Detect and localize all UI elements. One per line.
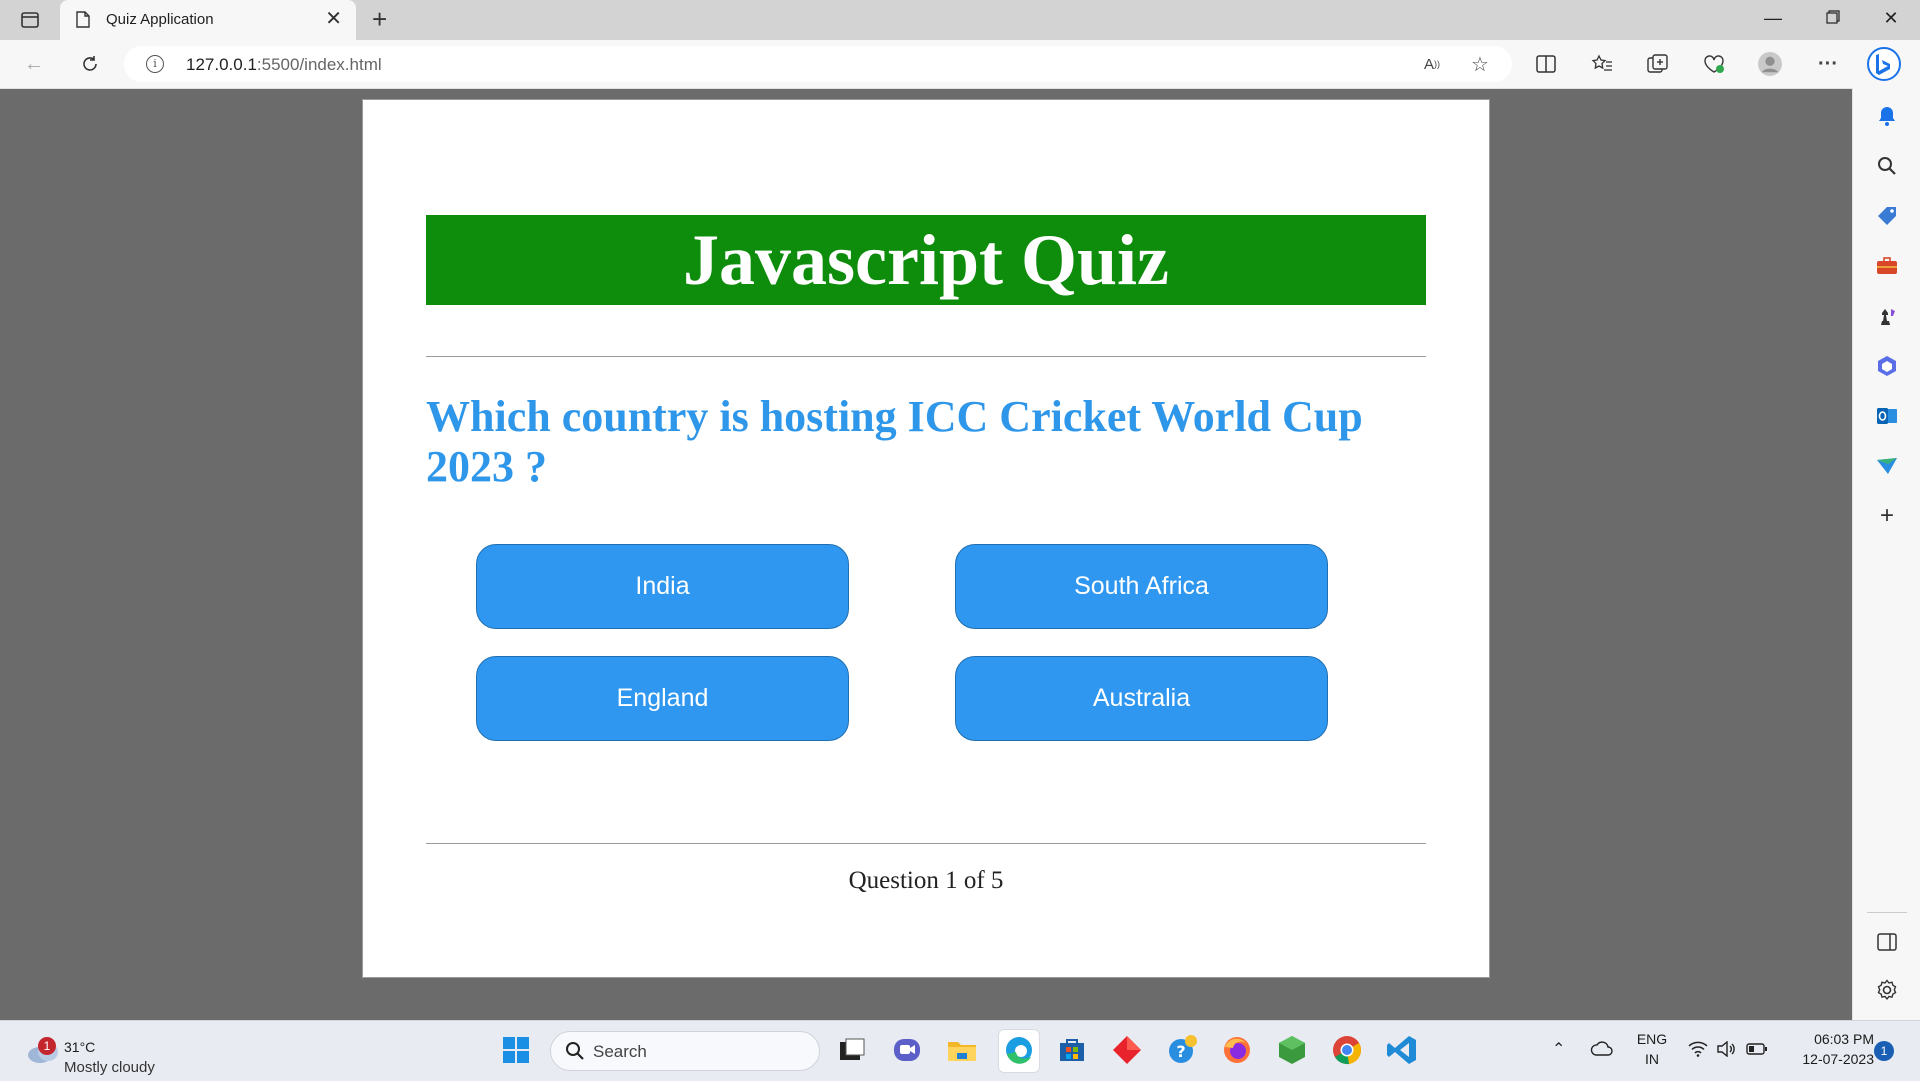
windows-taskbar: 1 31°C Mostly cloudy Search ? ⌃ ENG IN 0… <box>0 1020 1920 1081</box>
restore-icon <box>1826 10 1840 24</box>
browser-tab[interactable]: Quiz Application ✕ <box>60 0 356 40</box>
option-south-africa-button[interactable]: South Africa <box>955 544 1328 629</box>
help-tips-icon[interactable]: ? <box>1165 1033 1199 1067</box>
notifications-bell-icon[interactable] <box>1875 104 1899 128</box>
quiz-title: Javascript Quiz <box>426 215 1426 305</box>
volume-icon[interactable] <box>1716 1040 1736 1062</box>
restore-button[interactable] <box>1818 8 1848 32</box>
close-tab-icon[interactable]: ✕ <box>325 9 342 29</box>
new-tab-button[interactable]: + <box>372 6 387 32</box>
onedrive-cloud-icon[interactable] <box>1590 1041 1614 1062</box>
refresh-icon[interactable] <box>78 52 102 76</box>
clock-time[interactable]: 06:03 PM <box>1782 1031 1874 1047</box>
site-info-icon[interactable]: i <box>146 55 164 73</box>
quiz-container: Javascript Quiz Which country is hosting… <box>362 99 1490 978</box>
tab-strip: Quiz Application ✕ + — ✕ <box>0 0 1920 40</box>
tools-briefcase-icon[interactable] <box>1875 254 1899 278</box>
svg-text:?: ? <box>1176 1042 1185 1061</box>
games-chess-icon[interactable] <box>1875 304 1899 328</box>
favorite-star-icon[interactable]: ☆ <box>1468 52 1492 76</box>
search-icon <box>566 1042 584 1060</box>
weather-widget[interactable]: 1 31°C Mostly cloudy <box>20 1029 200 1076</box>
red-diamond-app-icon[interactable] <box>1110 1033 1144 1067</box>
wifi-icon[interactable] <box>1688 1041 1708 1062</box>
profile-avatar[interactable] <box>1758 52 1782 76</box>
firefox-icon[interactable] <box>1220 1033 1254 1067</box>
copilot-hexagon-icon[interactable] <box>1875 354 1899 378</box>
green-cube-app-icon[interactable] <box>1275 1033 1309 1067</box>
bing-copilot-icon[interactable] <box>1866 46 1902 82</box>
bottom-divider <box>426 843 1426 844</box>
tab-title: Quiz Application <box>106 11 214 28</box>
tab-actions-icon <box>21 12 39 28</box>
sidebar-settings-gear-icon[interactable] <box>1875 978 1899 1002</box>
collections-icon[interactable] <box>1646 52 1670 76</box>
edge-taskbar-icon[interactable] <box>998 1029 1040 1073</box>
question-progress: Question 1 of 5 <box>848 867 1004 894</box>
question-text: Which country is hosting ICC Cricket Wor… <box>426 392 1363 491</box>
outlook-icon[interactable] <box>1875 404 1899 428</box>
option-england-button[interactable]: England <box>476 656 849 741</box>
weather-temperature: 31°C <box>64 1039 96 1055</box>
notification-count-badge[interactable]: 1 <box>1874 1041 1894 1061</box>
browser-toolbar: ← i 127.0.0.1:5500/index.html A)) ☆ ··· <box>0 40 1920 89</box>
favorites-icon[interactable] <box>1590 52 1614 76</box>
send-drop-icon[interactable] <box>1875 454 1899 478</box>
search-sidebar-icon[interactable] <box>1875 154 1899 178</box>
taskbar-search-box[interactable]: Search <box>550 1031 820 1071</box>
search-placeholder: Search <box>593 1042 647 1061</box>
teams-chat-icon[interactable] <box>890 1033 924 1067</box>
more-options-icon[interactable]: ··· <box>1816 52 1840 76</box>
url-text: 127.0.0.1:5500/index.html <box>186 55 382 74</box>
sidebar-divider <box>1867 912 1907 913</box>
tab-actions-button[interactable] <box>16 8 44 32</box>
browser-essentials-icon[interactable] <box>1702 52 1726 76</box>
add-sidebar-app-icon[interactable]: + <box>1875 502 1899 529</box>
chrome-icon[interactable] <box>1330 1033 1364 1067</box>
file-explorer-icon[interactable] <box>945 1033 979 1067</box>
edge-sidebar: + <box>1852 88 1920 1020</box>
clock-date: 12-07-2023 <box>1802 1051 1874 1067</box>
read-aloud-icon[interactable]: A)) <box>1420 52 1444 76</box>
option-australia-button[interactable]: Australia <box>955 656 1328 741</box>
task-view-icon[interactable] <box>835 1033 869 1067</box>
show-hidden-icons-chevron-icon[interactable]: ⌃ <box>1552 1039 1565 1059</box>
language-primary[interactable]: ENG <box>1634 1031 1670 1047</box>
language-secondary: IN <box>1645 1051 1659 1067</box>
back-icon[interactable]: ← <box>22 52 46 76</box>
page-icon <box>76 11 90 28</box>
close-window-button[interactable]: ✕ <box>1876 8 1906 32</box>
minimize-button[interactable]: — <box>1758 8 1788 32</box>
hide-sidebar-icon[interactable] <box>1875 930 1899 954</box>
battery-icon[interactable] <box>1746 1042 1768 1061</box>
address-bar[interactable]: i 127.0.0.1:5500/index.html A)) ☆ <box>124 46 1512 82</box>
vscode-icon[interactable] <box>1385 1033 1419 1067</box>
top-divider <box>426 356 1426 357</box>
start-windows-icon[interactable] <box>502 1036 530 1064</box>
option-india-button[interactable]: India <box>476 544 849 629</box>
weather-alert-badge: 1 <box>38 1037 56 1055</box>
shopping-tag-icon[interactable] <box>1875 204 1899 228</box>
microsoft-store-icon[interactable] <box>1055 1033 1089 1067</box>
split-screen-icon[interactable] <box>1534 52 1558 76</box>
weather-description: Mostly cloudy <box>64 1059 155 1076</box>
